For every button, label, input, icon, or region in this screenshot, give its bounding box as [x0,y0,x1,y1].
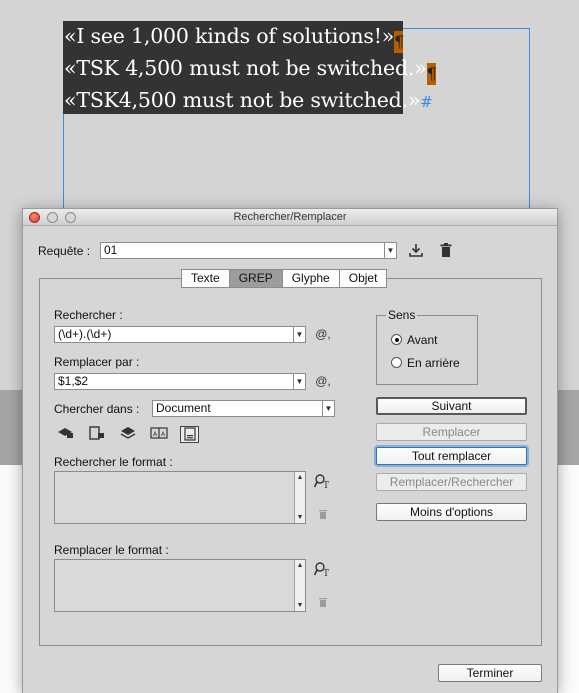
special-characters-icon[interactable]: @, [313,327,333,341]
delete-query-icon[interactable] [438,242,454,261]
query-value: 01 [104,243,118,257]
svg-text:T: T [323,481,329,489]
find-format-box[interactable]: ▲ ▼ [54,471,306,524]
svg-text:T: T [323,569,329,577]
text-line-2[interactable]: «TSK 4,500 must not be switched.»¶ [64,53,437,85]
tab-grep[interactable]: GREP [229,270,283,287]
chevron-down-icon: ▼ [293,327,305,342]
include-locked-layers-icon[interactable] [56,426,75,443]
direction-legend: Sens [386,308,418,322]
text-frame-right-edge [529,28,530,210]
done-button[interactable]: Terminer [438,664,542,682]
close-button[interactable] [29,212,40,223]
dialog-titlebar[interactable]: Rechercher/Remplacer [23,209,557,226]
search-in-value: Document [156,401,211,415]
include-locked-stories-icon[interactable] [87,426,106,443]
zoom-button[interactable] [65,212,76,223]
scrollbar[interactable]: ▲ ▼ [294,472,305,523]
fewer-options-button[interactable]: Moins d'options [376,503,527,521]
tab-glyphe[interactable]: Glyphe [283,270,340,287]
replace-format-box[interactable]: ▲ ▼ [54,559,306,612]
search-in-select[interactable]: Document ▼ [152,400,335,417]
direction-group [376,315,478,385]
replace-label: Remplacer par : [54,355,140,369]
chevron-down-icon: ▼ [384,243,396,258]
trash-icon [315,596,331,611]
query-select[interactable]: 01 ▼ [100,242,397,259]
special-characters-icon[interactable]: @, [313,374,333,388]
minimize-button[interactable] [47,212,58,223]
chevron-down-icon: ▼ [293,374,305,389]
replace-format-label: Remplacer le format : [54,543,169,557]
include-footnotes-icon[interactable] [180,426,199,443]
text-line-1[interactable]: «I see 1,000 kinds of solutions!»¶ [64,21,405,53]
include-hidden-layers-icon[interactable] [118,426,137,443]
query-label: Requête : [38,244,91,258]
find-value: (\d+).(\d+) [58,327,112,341]
tab-objet[interactable]: Objet [340,270,387,287]
scrollbar[interactable]: ▲ ▼ [294,560,305,611]
trash-icon [315,508,331,523]
text-line-3[interactable]: «TSK4,500 must not be switched.»# [64,85,433,118]
replace-input[interactable]: $1,$2 ▼ [54,373,306,390]
find-replace-dialog: Rechercher/Remplacer Requête : 01 ▼ Text… [22,208,558,693]
chevron-down-icon: ▼ [322,401,334,416]
svg-text:A: A [153,431,158,438]
replace-find-button[interactable]: Remplacer/Rechercher [376,473,527,491]
pilcrow-icon: ¶ [394,31,405,53]
specify-find-format-icon[interactable]: T [313,473,333,492]
radio-forward-label[interactable]: Avant [407,333,437,347]
svg-text:A: A [161,431,166,438]
tab-bar: Texte GREP Glyphe Objet [181,269,388,288]
replace-value: $1,$2 [58,374,89,388]
find-format-label: Rechercher le format : [54,455,173,469]
radio-backward[interactable] [391,357,402,368]
replace-button[interactable]: Remplacer [376,423,527,441]
selected-text-block[interactable]: «I see 1,000 kinds of solutions!»¶ «TSK … [63,21,437,114]
find-input[interactable]: (\d+).(\d+) ▼ [54,326,306,343]
replace-all-button[interactable]: Tout remplacer [376,447,527,465]
end-of-story-icon: # [420,93,433,111]
radio-backward-label[interactable]: En arrière [407,356,460,370]
next-button[interactable]: Suivant [376,397,527,415]
pilcrow-icon: ¶ [426,63,437,85]
specify-replace-format-icon[interactable]: T [313,561,333,580]
search-in-label: Chercher dans : [54,402,140,416]
include-master-pages-icon[interactable]: AA [149,426,168,443]
save-query-icon[interactable] [407,242,425,261]
radio-forward[interactable] [391,334,402,345]
find-label: Rechercher : [54,308,123,322]
tab-texte[interactable]: Texte [182,270,230,287]
dialog-title: Rechercher/Remplacer [233,211,347,223]
